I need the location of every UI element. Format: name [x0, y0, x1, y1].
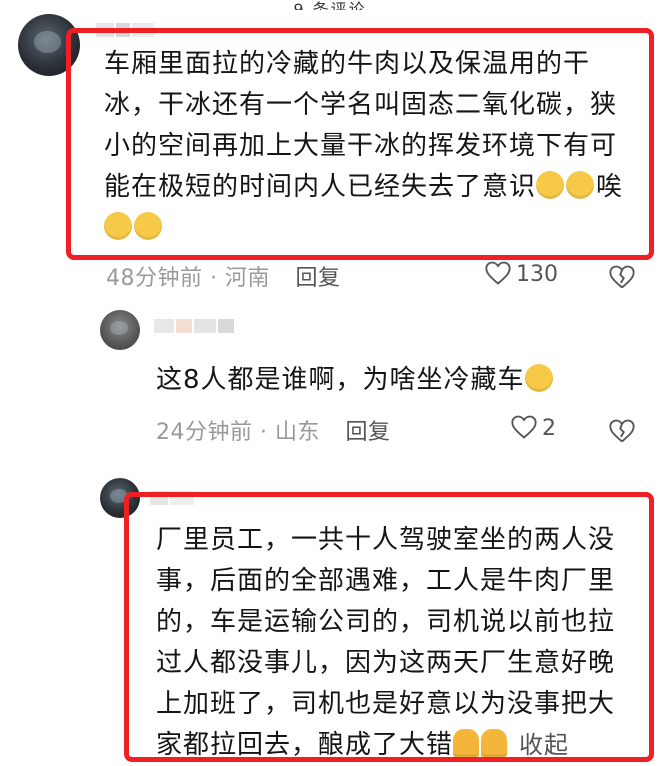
- reply-body: 厂里员工，一共十人驾驶室坐的两人没事，后面的全部遇难，工人是牛肉厂里的，车是运输…: [156, 525, 616, 760]
- pensive-face-emoji-icon: [134, 212, 162, 240]
- pleading-face-emoji-icon: [524, 364, 553, 392]
- comments-title: 9 条评论: [293, 0, 367, 10]
- like-count: 2: [542, 416, 556, 441]
- dislike-broken-heart-icon[interactable]: [608, 264, 636, 290]
- reply-text: 这8人都是谁啊，为啥坐冷藏车: [156, 360, 626, 401]
- reply-button[interactable]: 回复: [296, 266, 341, 291]
- comment-location: 河南: [225, 266, 271, 291]
- top-bar: 9 条评论 ✕: [0, 0, 660, 10]
- pleading-face-emoji-icon: [566, 171, 595, 199]
- pleading-face-emoji-icon: [536, 171, 565, 199]
- reply-time: 24分钟前: [156, 420, 253, 445]
- reply-button[interactable]: 回复: [346, 420, 391, 445]
- folded-hands-emoji-icon: [453, 729, 480, 757]
- like-count: 130: [516, 262, 558, 287]
- like-button[interactable]: 2: [510, 414, 556, 441]
- folded-hands-emoji-icon: [481, 729, 508, 757]
- collapse-button[interactable]: 收起: [519, 731, 569, 759]
- comment-text: 车厢里面拉的冷藏的牛肉以及保温用的干冰，干冰还有一个学名叫固态二氧化碳，狭小的空…: [104, 44, 634, 249]
- pensive-face-emoji-icon: [104, 212, 132, 240]
- reply-text: 厂里员工，一共十人驾驶室坐的两人没事，后面的全部遇难，工人是牛肉厂里的，车是运输…: [156, 520, 626, 766]
- reply-meta: 24分钟前 · 山东 回复: [156, 420, 391, 445]
- comment-time: 48分钟前: [106, 266, 203, 291]
- heart-icon: [485, 261, 511, 285]
- avatar[interactable]: [100, 310, 140, 350]
- like-button[interactable]: 130: [484, 260, 558, 287]
- comment-meta: 48分钟前 · 河南 回复: [106, 266, 341, 291]
- comment-body-tail: 唉: [596, 172, 624, 202]
- heart-icon: [511, 415, 537, 439]
- reply-location: 山东: [275, 420, 321, 445]
- dislike-broken-heart-icon[interactable]: [608, 418, 636, 444]
- close-icon[interactable]: ✕: [619, 0, 638, 2]
- username-blurred: [154, 318, 236, 333]
- reply-body: 这8人都是谁啊，为啥坐冷藏车: [156, 365, 525, 395]
